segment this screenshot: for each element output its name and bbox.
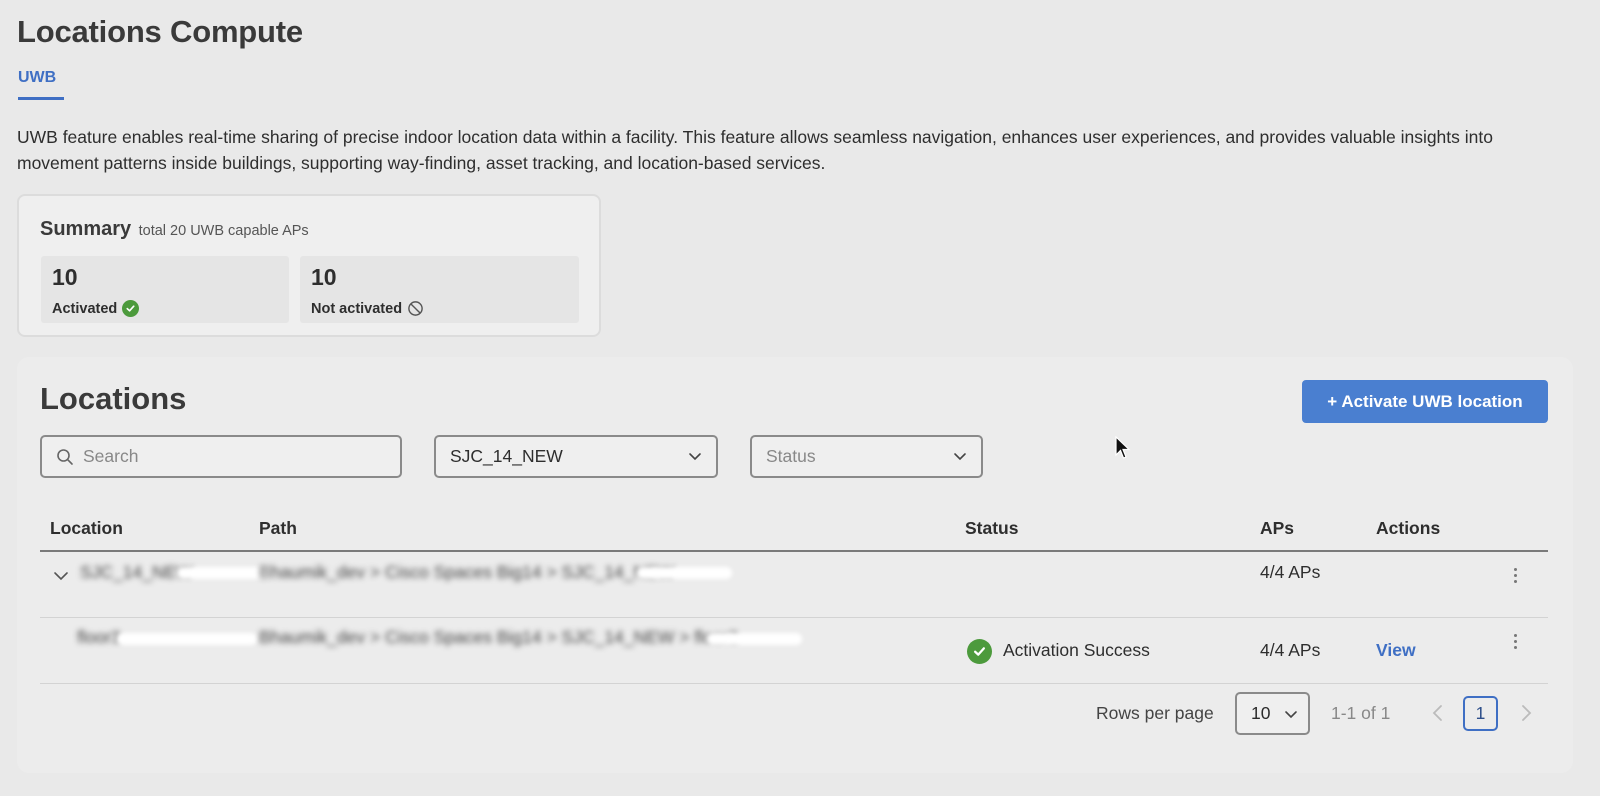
activated-stat: 10 Activated [41, 256, 289, 323]
redaction-mark [117, 633, 257, 645]
activated-count: 10 [52, 264, 78, 290]
table-header-divider [40, 550, 1548, 552]
locations-card: Locations + Activate UWB location Search… [17, 357, 1573, 773]
column-header-location[interactable]: Location [50, 518, 123, 539]
status-filter-select[interactable]: Status [750, 435, 983, 478]
search-input[interactable]: Search [40, 435, 402, 478]
column-header-aps[interactable]: APs [1260, 518, 1294, 539]
check-circle-icon [122, 300, 140, 317]
not-activated-stat: 10 Not activated [300, 256, 579, 323]
more-actions-icon[interactable] [1514, 568, 1518, 586]
chevron-down-icon [688, 449, 702, 463]
path-cell: Bhaumik_dev > Cisco Spaces Big14 > SJC_1… [259, 627, 739, 647]
check-circle-icon [967, 639, 992, 664]
not-activated-count: 10 [311, 264, 337, 290]
next-page-icon[interactable] [1518, 704, 1534, 722]
row-divider [40, 617, 1548, 618]
activate-uwb-location-button[interactable]: + Activate UWB location [1302, 380, 1548, 423]
view-link[interactable]: View [1376, 640, 1416, 661]
location-filter-select[interactable]: SJC_14_NEW [434, 435, 718, 478]
path-cell: Bhaumik_dev > Cisco Spaces Big14 > SJC_1… [259, 562, 675, 582]
redaction-mark [177, 567, 272, 579]
rows-per-page-label: Rows per page [1096, 703, 1214, 723]
locations-title: Locations [40, 381, 187, 416]
tab-uwb[interactable]: UWB [18, 69, 64, 100]
search-icon [56, 448, 74, 466]
activated-label: Activated [52, 300, 118, 317]
chevron-down-icon [953, 449, 967, 463]
summary-header: Summary total 20 UWB capable APs [40, 218, 309, 241]
prohibited-icon [407, 300, 424, 317]
summary-subtitle: total 20 UWB capable APs [138, 223, 309, 239]
location-cell[interactable]: floor3 [77, 627, 121, 648]
mouse-cursor-icon [1115, 436, 1131, 460]
search-placeholder: Search [83, 446, 139, 466]
location-cell[interactable]: SJC_14_NEW [80, 562, 193, 583]
rows-per-page-select[interactable]: 10 [1235, 692, 1310, 735]
status-filter-placeholder: Status [766, 446, 816, 466]
location-filter-value: SJC_14_NEW [450, 446, 563, 466]
column-header-path[interactable]: Path [259, 518, 297, 539]
previous-page-icon[interactable] [1430, 704, 1446, 722]
summary-card: Summary total 20 UWB capable APs 10 Acti… [17, 194, 601, 337]
column-header-status[interactable]: Status [965, 518, 1018, 539]
not-activated-label: Not activated [311, 300, 403, 317]
redaction-mark [637, 567, 732, 579]
redaction-mark [707, 633, 802, 645]
page-title: Locations Compute [17, 14, 303, 49]
page-description: UWB feature enables real-time sharing of… [17, 127, 1493, 173]
summary-title: Summary [40, 218, 132, 240]
current-page-button[interactable]: 1 [1463, 696, 1498, 731]
pagination-range: 1-1 of 1 [1331, 703, 1391, 723]
more-actions-icon[interactable] [1514, 634, 1518, 652]
expand-chevron-icon[interactable] [53, 568, 69, 584]
chevron-down-icon [1284, 707, 1298, 721]
rows-per-page-value: 10 [1251, 703, 1271, 723]
column-header-actions: Actions [1376, 518, 1441, 538]
aps-cell: 4/4 APs [1260, 562, 1321, 582]
row-divider [40, 683, 1548, 684]
aps-cell: 4/4 APs [1260, 640, 1321, 660]
status-cell: Activation Success [1003, 640, 1150, 660]
